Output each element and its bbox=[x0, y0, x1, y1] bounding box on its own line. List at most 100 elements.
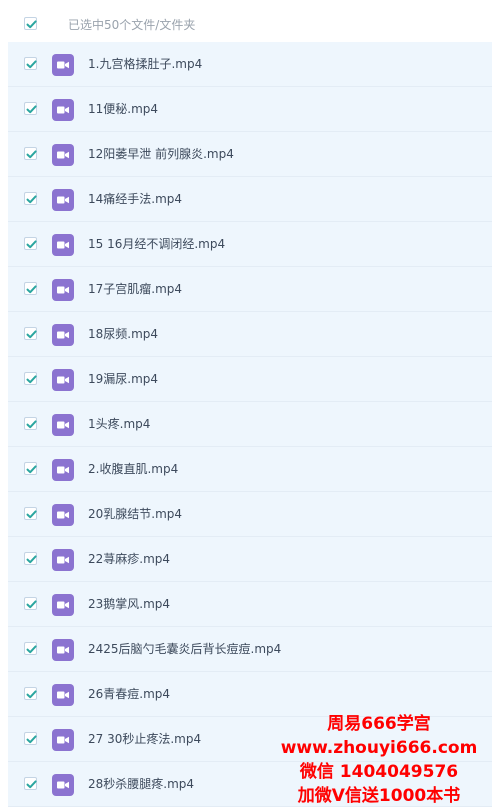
check-icon bbox=[26, 510, 37, 519]
file-name: 19漏尿.mp4 bbox=[88, 372, 159, 386]
file-row[interactable]: 19漏尿.mp4 bbox=[8, 357, 492, 402]
file-row[interactable]: 12阳萎早泄 前列腺炎.mp4 bbox=[8, 132, 492, 177]
row-checkbox[interactable] bbox=[24, 327, 37, 340]
video-file-icon bbox=[52, 99, 74, 121]
row-checkbox[interactable] bbox=[24, 417, 37, 430]
video-camera-icon bbox=[57, 691, 69, 699]
video-file-icon bbox=[52, 369, 74, 391]
row-checkbox[interactable] bbox=[24, 102, 37, 115]
file-row[interactable]: 23鹅掌风.mp4 bbox=[8, 582, 492, 627]
video-camera-icon bbox=[57, 331, 69, 339]
file-row[interactable]: 14痛经手法.mp4 bbox=[8, 177, 492, 222]
file-name: 23鹅掌风.mp4 bbox=[88, 597, 171, 611]
row-checkbox[interactable] bbox=[24, 462, 37, 475]
row-checkbox[interactable] bbox=[24, 372, 37, 385]
watermark-line: www.zhouyi666.com bbox=[280, 738, 478, 758]
file-row[interactable]: 2.收腹直肌.mp4 bbox=[8, 447, 492, 492]
check-icon bbox=[26, 420, 37, 429]
row-checkbox[interactable] bbox=[24, 777, 37, 790]
file-row[interactable]: 22荨麻疹.mp4 bbox=[8, 537, 492, 582]
file-name: 2.收腹直肌.mp4 bbox=[88, 462, 179, 476]
select-all-checkbox[interactable] bbox=[24, 17, 37, 30]
video-camera-icon bbox=[57, 376, 69, 384]
file-row[interactable]: 15 16月经不调闭经.mp4 bbox=[8, 222, 492, 267]
video-file-icon bbox=[52, 234, 74, 256]
video-camera-icon bbox=[57, 241, 69, 249]
watermark-line: 周易666学宫 bbox=[327, 714, 431, 734]
file-row[interactable]: 11便秘.mp4 bbox=[8, 87, 492, 132]
file-name: 15 16月经不调闭经.mp4 bbox=[88, 237, 226, 251]
video-file-icon bbox=[52, 459, 74, 481]
file-name: 18尿频.mp4 bbox=[88, 327, 159, 341]
row-checkbox[interactable] bbox=[24, 552, 37, 565]
file-row[interactable]: 18尿频.mp4 bbox=[8, 312, 492, 357]
check-icon bbox=[26, 105, 37, 114]
row-checkbox[interactable] bbox=[24, 192, 37, 205]
file-row[interactable]: 26青春痘.mp4 bbox=[8, 672, 492, 717]
row-checkbox[interactable] bbox=[24, 237, 37, 250]
check-icon bbox=[26, 240, 37, 249]
video-camera-icon bbox=[57, 421, 69, 429]
file-row[interactable]: 1.九宫格揉肚子.mp4 bbox=[8, 42, 492, 87]
file-name: 20乳腺结节.mp4 bbox=[88, 507, 183, 521]
video-file-icon bbox=[52, 639, 74, 661]
video-camera-icon bbox=[57, 781, 69, 789]
watermark-line: 微信 1404049576 bbox=[299, 762, 459, 782]
file-name: 17子宫肌瘤.mp4 bbox=[88, 282, 183, 296]
file-name: 28秒杀腰腿疼.mp4 bbox=[88, 777, 195, 791]
check-icon bbox=[26, 285, 37, 294]
video-file-icon bbox=[52, 144, 74, 166]
row-checkbox[interactable] bbox=[24, 732, 37, 745]
file-row[interactable]: 2425后脑勺毛囊炎后背长痘痘.mp4 bbox=[8, 627, 492, 672]
check-icon bbox=[26, 375, 37, 384]
watermark-line: 加微V信送1000本书 bbox=[297, 786, 461, 806]
row-checkbox[interactable] bbox=[24, 57, 37, 70]
row-checkbox[interactable] bbox=[24, 507, 37, 520]
row-checkbox[interactable] bbox=[24, 282, 37, 295]
video-file-icon bbox=[52, 189, 74, 211]
watermark: 周易666学宫 www.zhouyi666.com 微信 1404049576 … bbox=[274, 712, 484, 808]
file-name: 22荨麻疹.mp4 bbox=[88, 552, 171, 566]
video-camera-icon bbox=[57, 736, 69, 744]
video-file-icon bbox=[52, 504, 74, 526]
row-checkbox[interactable] bbox=[24, 147, 37, 160]
row-checkbox[interactable] bbox=[24, 597, 37, 610]
row-checkbox[interactable] bbox=[24, 687, 37, 700]
selection-header: 已选中50个文件/文件夹 bbox=[0, 0, 492, 42]
video-camera-icon bbox=[57, 556, 69, 564]
video-camera-icon bbox=[57, 466, 69, 474]
video-camera-icon bbox=[57, 601, 69, 609]
file-name: 26青春痘.mp4 bbox=[88, 687, 171, 701]
row-checkbox[interactable] bbox=[24, 642, 37, 655]
check-icon bbox=[26, 780, 37, 789]
check-icon bbox=[26, 735, 37, 744]
video-camera-icon bbox=[57, 286, 69, 294]
file-list: 1.九宫格揉肚子.mp4 11便秘.mp4 12阳萎早泄 前列腺炎.mp4 14痛经手… bbox=[8, 42, 492, 812]
file-name: 1头疼.mp4 bbox=[88, 417, 151, 431]
video-file-icon bbox=[52, 414, 74, 436]
video-file-icon bbox=[52, 684, 74, 706]
file-row[interactable]: 1头疼.mp4 bbox=[8, 402, 492, 447]
video-file-icon bbox=[52, 594, 74, 616]
file-name: 12阳萎早泄 前列腺炎.mp4 bbox=[88, 147, 234, 161]
file-name: 2425后脑勺毛囊炎后背长痘痘.mp4 bbox=[88, 642, 282, 656]
video-file-icon bbox=[52, 729, 74, 751]
video-file-icon bbox=[52, 549, 74, 571]
check-icon bbox=[26, 465, 37, 474]
file-row[interactable]: 17子宫肌瘤.mp4 bbox=[8, 267, 492, 312]
video-camera-icon bbox=[57, 646, 69, 654]
file-row[interactable]: 20乳腺结节.mp4 bbox=[8, 492, 492, 537]
video-file-icon bbox=[52, 54, 74, 76]
check-icon bbox=[26, 20, 37, 29]
file-name: 14痛经手法.mp4 bbox=[88, 192, 183, 206]
video-camera-icon bbox=[57, 511, 69, 519]
check-icon bbox=[26, 330, 37, 339]
selection-count-label: 已选中50个文件/文件夹 bbox=[68, 18, 196, 32]
video-camera-icon bbox=[57, 61, 69, 69]
file-name: 11便秘.mp4 bbox=[88, 102, 159, 116]
check-icon bbox=[26, 690, 37, 699]
file-name: 27 30秒止疼法.mp4 bbox=[88, 732, 202, 746]
check-icon bbox=[26, 645, 37, 654]
check-icon bbox=[26, 600, 37, 609]
video-camera-icon bbox=[57, 151, 69, 159]
